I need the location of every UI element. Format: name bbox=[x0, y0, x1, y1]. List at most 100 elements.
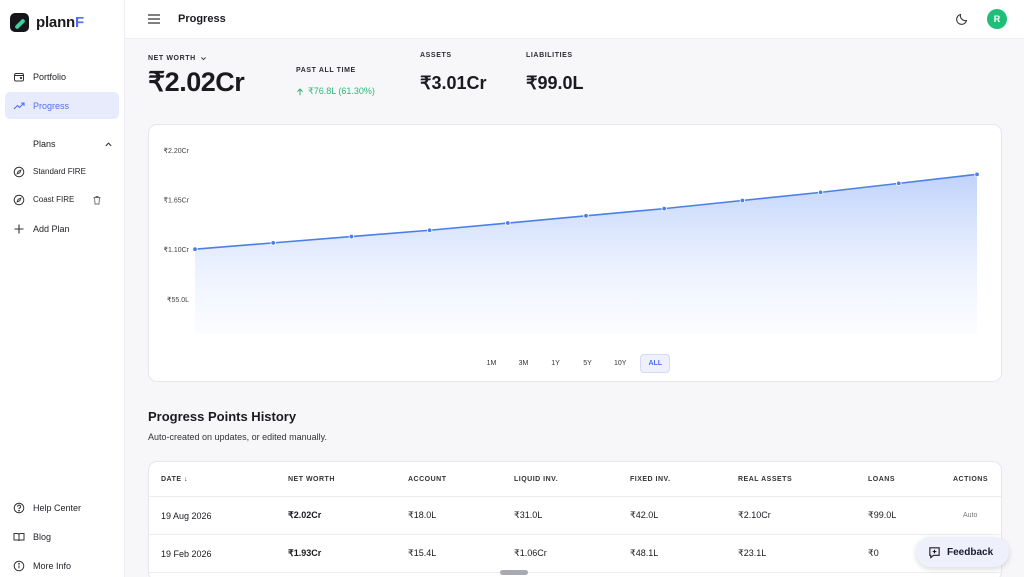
column-net-worth: NET WORTH bbox=[288, 475, 335, 483]
row-date: 19 Aug 2026 bbox=[161, 510, 212, 521]
add-plan-button[interactable]: Add Plan bbox=[5, 215, 119, 242]
history-title: Progress Points History bbox=[148, 409, 297, 424]
sidebar-item-label: Standard FIRE bbox=[33, 167, 86, 176]
y-tick-label: ₹55.0L bbox=[167, 296, 189, 304]
chevron-down-icon bbox=[200, 57, 206, 61]
brand[interactable]: plannF bbox=[10, 13, 84, 32]
sidebar-item-standard-fire[interactable]: Standard FIRE bbox=[5, 158, 119, 185]
range-all[interactable]: ALL bbox=[640, 354, 671, 373]
range-1y[interactable]: 1Y bbox=[543, 354, 568, 373]
row-fixed-inv: ₹42.0L bbox=[630, 510, 659, 520]
column-loans: LOANS bbox=[868, 475, 895, 483]
data-point[interactable] bbox=[192, 246, 198, 252]
row-account: ₹15.4L bbox=[408, 548, 437, 558]
table-header-row: DATE ↓ NET WORTH ACCOUNT LIQUID INV. FIX… bbox=[149, 462, 1001, 497]
liabilities-label: LIABILITIES bbox=[526, 52, 573, 59]
sidebar: plannF Portfolio Progress Plans Standard… bbox=[0, 0, 125, 577]
menu-icon[interactable] bbox=[147, 13, 161, 25]
plans-section-toggle[interactable]: Plans bbox=[33, 139, 113, 149]
chevron-up-icon bbox=[105, 141, 112, 146]
plus-icon bbox=[14, 224, 24, 233]
data-point[interactable] bbox=[817, 189, 824, 196]
data-point[interactable] bbox=[896, 180, 902, 187]
net-worth-value: ₹2.02Cr bbox=[148, 67, 245, 97]
range-5y[interactable]: 5Y bbox=[575, 354, 600, 373]
arrow-up-icon bbox=[297, 87, 303, 95]
data-point[interactable] bbox=[348, 233, 355, 240]
row-liquid-inv: ₹31.0L bbox=[514, 510, 543, 520]
column-account: ACCOUNT bbox=[408, 475, 447, 483]
info-icon bbox=[13, 560, 25, 571]
net-worth-change: ₹76.8L (61.30%) bbox=[296, 86, 375, 97]
row-real-assets: ₹23.1L bbox=[738, 548, 767, 558]
wallet-icon bbox=[14, 72, 24, 81]
range-3m[interactable]: 3M bbox=[511, 354, 536, 373]
net-worth-dropdown[interactable]: NET WORTH bbox=[148, 55, 207, 62]
row-date: 19 Feb 2026 bbox=[161, 548, 212, 559]
row-action-auto: Auto bbox=[963, 512, 978, 519]
data-point[interactable] bbox=[505, 220, 511, 226]
row-net-worth: ₹2.02Cr bbox=[288, 510, 322, 520]
book-icon bbox=[13, 532, 25, 541]
sidebar-item-blog[interactable]: Blog bbox=[5, 523, 119, 550]
scroll-handle[interactable] bbox=[500, 570, 528, 575]
help-circle-icon bbox=[13, 502, 25, 513]
compass-icon bbox=[13, 194, 25, 205]
plans-label: Plans bbox=[33, 139, 56, 149]
range-1m[interactable]: 1M bbox=[479, 354, 504, 373]
sidebar-item-more-info[interactable]: More Info bbox=[5, 552, 119, 577]
liabilities-value: ₹99.0L bbox=[526, 73, 584, 93]
column-liquid-inv: LIQUID INV. bbox=[514, 475, 559, 483]
net-worth-chart: ₹2.20Cr ₹1.65Cr ₹1.10Cr ₹55.0L bbox=[164, 147, 980, 333]
y-tick-label: ₹1.10Cr bbox=[164, 246, 190, 254]
page-title: Progress bbox=[178, 13, 226, 25]
range-10y[interactable]: 10Y bbox=[607, 354, 633, 373]
data-point[interactable] bbox=[270, 240, 276, 246]
feedback-label: Feedback bbox=[947, 546, 994, 558]
history-subtitle: Auto-created on updates, or edited manua… bbox=[148, 432, 327, 442]
column-date[interactable]: DATE ↓ bbox=[161, 462, 188, 496]
net-worth-chart-card: ₹2.20Cr ₹1.65Cr ₹1.10Cr ₹55.0L bbox=[148, 124, 1002, 382]
net-worth-label: NET WORTH bbox=[148, 55, 196, 62]
row-loans: ₹0 bbox=[868, 548, 879, 558]
sidebar-item-label: Help Center bbox=[33, 502, 82, 513]
past-all-time-label: PAST ALL TIME bbox=[296, 67, 356, 74]
top-bar: Progress R bbox=[125, 0, 1024, 39]
brand-name: plannF bbox=[36, 14, 84, 31]
column-fixed-inv: FIXED INV. bbox=[630, 475, 671, 483]
avatar[interactable]: R bbox=[987, 9, 1007, 29]
row-loans: ₹99.0L bbox=[868, 510, 897, 520]
data-point[interactable] bbox=[426, 227, 433, 233]
feedback-button[interactable]: Feedback bbox=[916, 537, 1009, 567]
row-fixed-inv: ₹48.1L bbox=[630, 548, 659, 558]
sidebar-item-label: Portfolio bbox=[33, 71, 67, 82]
brand-logo bbox=[10, 13, 29, 32]
table-row[interactable]: 19 Aug 2026 ₹2.02Cr ₹18.0L ₹31.0L ₹42.0L… bbox=[149, 497, 1001, 535]
trend-up-icon bbox=[13, 101, 25, 109]
y-tick-label: ₹1.65Cr bbox=[164, 197, 190, 205]
column-real-assets: REAL ASSETS bbox=[738, 475, 793, 483]
delete-plan-button[interactable] bbox=[92, 195, 102, 205]
moon-icon[interactable] bbox=[955, 12, 969, 26]
row-real-assets: ₹2.10Cr bbox=[738, 510, 771, 520]
sidebar-item-label: Coast FIRE bbox=[33, 195, 75, 204]
sidebar-item-portfolio[interactable]: Portfolio bbox=[5, 63, 119, 90]
add-plan-label: Add Plan bbox=[33, 223, 70, 234]
sidebar-item-progress[interactable]: Progress bbox=[5, 92, 119, 119]
table-row[interactable]: 19 Feb 2026 ₹1.93Cr ₹15.4L ₹1.06Cr ₹48.1… bbox=[149, 535, 1001, 573]
row-net-worth: ₹1.93Cr bbox=[288, 548, 322, 558]
data-point[interactable] bbox=[583, 213, 589, 219]
y-tick-label: ₹2.20Cr bbox=[164, 147, 190, 155]
data-point[interactable] bbox=[661, 205, 667, 212]
sidebar-item-coast-fire[interactable]: Coast FIRE bbox=[5, 186, 119, 213]
data-point[interactable] bbox=[974, 171, 980, 178]
net-worth-change-value: ₹76.8L (61.30%) bbox=[308, 86, 375, 96]
net-worth-area bbox=[195, 174, 977, 333]
data-point[interactable] bbox=[739, 197, 746, 204]
assets-value: ₹3.01Cr bbox=[420, 73, 487, 93]
assets-label: ASSETS bbox=[420, 52, 452, 59]
message-plus-icon bbox=[929, 546, 940, 559]
range-selector: 1M 3M 1Y 5Y 10Y ALL bbox=[479, 354, 671, 373]
sidebar-item-label: Progress bbox=[33, 100, 70, 111]
sidebar-item-help-center[interactable]: Help Center bbox=[5, 494, 119, 521]
